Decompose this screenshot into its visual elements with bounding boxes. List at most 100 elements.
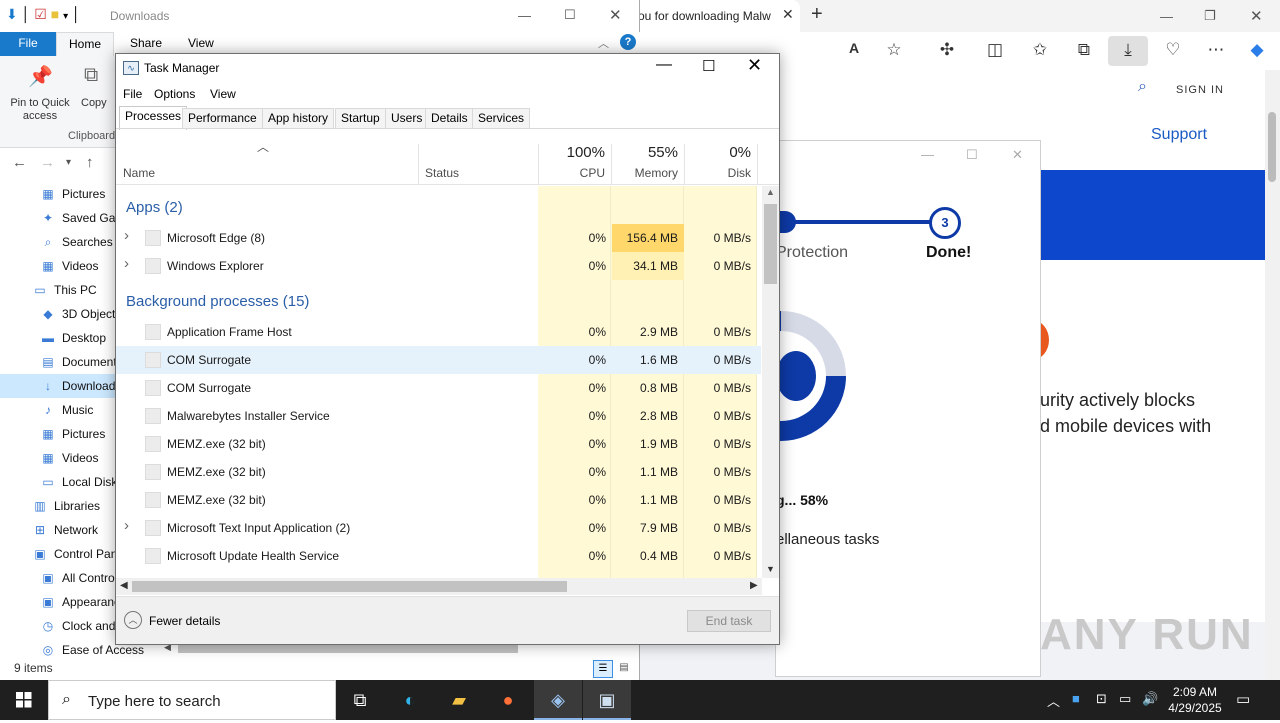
scroll-left-icon[interactable]: ◀ (120, 580, 128, 591)
favorite-star-icon[interactable]: ☆ (882, 40, 906, 60)
favorites-icon[interactable]: ✩ (1028, 40, 1052, 60)
network-icon[interactable]: ▭ (1119, 691, 1131, 707)
collapse-ribbon-icon[interactable]: ︿ (598, 35, 609, 51)
details-view-icon[interactable]: ☰ (593, 660, 613, 678)
tm-close-button[interactable]: ✕ (747, 55, 762, 76)
process-row[interactable]: COM Surrogate 0% 0.8 MB 0 MB/s (116, 374, 761, 402)
explorer-minimize-button[interactable]: — (518, 8, 531, 23)
browser-tab[interactable]: ou for downloading Malw ✕ (635, 0, 800, 32)
process-list-vertical-scrollbar[interactable]: ▲ ▼ (762, 186, 779, 578)
process-row[interactable]: MEMZ.exe (32 bit) 0% 1.1 MB 0 MB/s (116, 486, 761, 514)
sign-in-link[interactable]: SIGN IN (1176, 84, 1224, 96)
read-aloud-icon[interactable]: A (842, 40, 866, 56)
start-button[interactable] (0, 680, 48, 720)
downloads-icon[interactable]: ⤓ (1116, 40, 1140, 60)
task-view-icon[interactable]: ⧉ (336, 680, 384, 720)
process-row[interactable]: MEMZ.exe (32 bit) 0% 1.1 MB 0 MB/s (116, 458, 761, 486)
tab-startup[interactable]: Startup (335, 108, 386, 128)
end-task-button[interactable]: End task (687, 610, 771, 632)
expand-chevron-icon[interactable]: › (124, 227, 129, 244)
tab-performance[interactable]: Performance (182, 108, 263, 128)
menu-view[interactable]: View (210, 87, 236, 101)
extensions-icon[interactable]: ✣ (935, 40, 959, 60)
quick-access-toolbar[interactable]: ⬇ │ ☑ ■ ▾ │ (6, 6, 81, 23)
page-scrollbar[interactable] (1265, 70, 1280, 680)
close-tab-icon[interactable]: ✕ (782, 6, 794, 23)
process-row[interactable]: Microsoft Update Health Service 0% 0.4 MB 0… (116, 542, 761, 570)
scroll-right-icon[interactable]: ▶ (750, 580, 758, 591)
menu-file[interactable]: File (123, 87, 142, 101)
scroll-up-icon[interactable]: ▲ (766, 187, 775, 197)
installer-minimize-button[interactable]: — (921, 147, 934, 162)
notifications-icon[interactable]: ▭ (1236, 690, 1250, 708)
browser-close-button[interactable]: ✕ (1250, 7, 1263, 25)
tab-home[interactable]: Home (56, 32, 114, 56)
explorer-close-button[interactable]: ✕ (609, 6, 622, 24)
collections-icon[interactable]: ⧉ (1072, 40, 1096, 60)
process-row[interactable]: Malwarebytes Installer Service 0% 2.8 MB 0 … (116, 402, 761, 430)
support-link[interactable]: Support (1151, 126, 1207, 144)
explorer-maximize-button[interactable]: ☐ (564, 7, 576, 23)
device-tray-icon[interactable]: ⊡ (1096, 691, 1107, 707)
volume-icon[interactable]: 🔊 (1142, 691, 1158, 707)
recent-locations-icon[interactable]: ▾ (66, 157, 71, 168)
show-hidden-icons-icon[interactable]: ︿ (1047, 691, 1060, 710)
tab-share[interactable]: Share (130, 36, 162, 50)
fewer-details-button[interactable]: Fewer details (149, 614, 220, 628)
tm-maximize-button[interactable]: ☐ (702, 57, 715, 75)
pin-to-quick-access-button[interactable]: Pin to Quick access (6, 97, 74, 123)
split-screen-icon[interactable]: ◫ (983, 40, 1007, 60)
expand-chevron-icon[interactable]: › (124, 255, 129, 272)
new-folder-icon[interactable]: ■ (51, 6, 59, 22)
tab-view[interactable]: View (188, 36, 214, 50)
back-icon[interactable]: ← (12, 154, 27, 171)
explorer-scrollbar-thumb[interactable] (178, 645, 518, 653)
chevron-up-icon[interactable]: ︿ (124, 611, 142, 629)
installer-maximize-button[interactable]: ☐ (966, 147, 978, 163)
column-status[interactable]: Status (425, 166, 459, 180)
process-row[interactable]: › Windows Explorer 0% 34.1 MB 0 MB/s (116, 252, 761, 280)
task-manager-taskbar-icon[interactable]: ▣ (583, 680, 631, 720)
more-icon[interactable]: ⋯ (1204, 40, 1228, 60)
process-list-horizontal-scrollbar[interactable]: ◀ ▶ (116, 578, 762, 595)
expand-chevron-icon[interactable]: › (124, 517, 129, 534)
browser-essentials-icon[interactable]: ♡ (1161, 40, 1185, 60)
column-cpu[interactable]: CPU (537, 166, 605, 180)
menu-options[interactable]: Options (154, 87, 195, 101)
new-tab-button[interactable]: + (811, 3, 823, 26)
horizontal-scrollbar-thumb[interactable] (132, 581, 567, 592)
process-row[interactable]: › Microsoft Edge (8) 0% 156.4 MB 0 MB/s (116, 224, 761, 252)
column-name[interactable]: Name (123, 166, 155, 180)
process-row[interactable]: MEMZ.exe (32 bit) 0% 1.9 MB 0 MB/s (116, 430, 761, 458)
taskbar-search-box[interactable]: ⌕ Type here to search (48, 680, 336, 720)
defender-tray-icon[interactable]: ■ (1072, 691, 1080, 706)
process-row[interactable]: › Microsoft Text Input Application (2) 0% 7… (116, 514, 761, 542)
tab-users[interactable]: Users (385, 108, 429, 128)
large-icons-view-icon[interactable]: ▤ (616, 660, 632, 678)
copilot-icon[interactable]: ◆ (1245, 40, 1269, 60)
browser-minimize-button[interactable]: — (1160, 9, 1173, 24)
tab-services[interactable]: Services (472, 108, 531, 128)
tab-details[interactable]: Details (425, 108, 474, 128)
process-row[interactable]: COM Surrogate 0% 1.6 MB 0 MB/s (116, 346, 761, 374)
help-icon[interactable]: ? (620, 34, 636, 50)
site-search-icon[interactable]: ⌕ (1138, 78, 1147, 96)
vertical-scrollbar-thumb[interactable] (764, 204, 777, 284)
tab-file[interactable]: File (0, 32, 56, 56)
clock-date[interactable]: 4/29/2025 (1163, 701, 1227, 715)
file-explorer-taskbar-icon[interactable]: ▰ (435, 680, 483, 720)
column-memory[interactable]: Memory (610, 166, 678, 180)
process-row[interactable]: Application Frame Host 0% 2.9 MB 0 MB/s (116, 318, 761, 346)
scroll-down-icon[interactable]: ▼ (766, 564, 775, 574)
installer-taskbar-icon[interactable]: ◈ (534, 680, 582, 720)
browser-restore-button[interactable]: ❐ (1204, 8, 1216, 24)
tab-processes[interactable]: Processes (119, 106, 188, 130)
copy-button[interactable]: Copy (81, 97, 107, 109)
column-disk[interactable]: Disk (683, 166, 751, 180)
clock-time[interactable]: 2:09 AM (1167, 685, 1223, 699)
edge-taskbar-icon[interactable]: ◐ (386, 680, 434, 720)
firefox-taskbar-icon[interactable]: ● (484, 680, 532, 720)
properties-icon[interactable]: ☑ (34, 6, 47, 22)
up-icon[interactable]: ↑ (86, 154, 94, 171)
customize-dropdown-icon[interactable]: ▾ (63, 11, 68, 22)
